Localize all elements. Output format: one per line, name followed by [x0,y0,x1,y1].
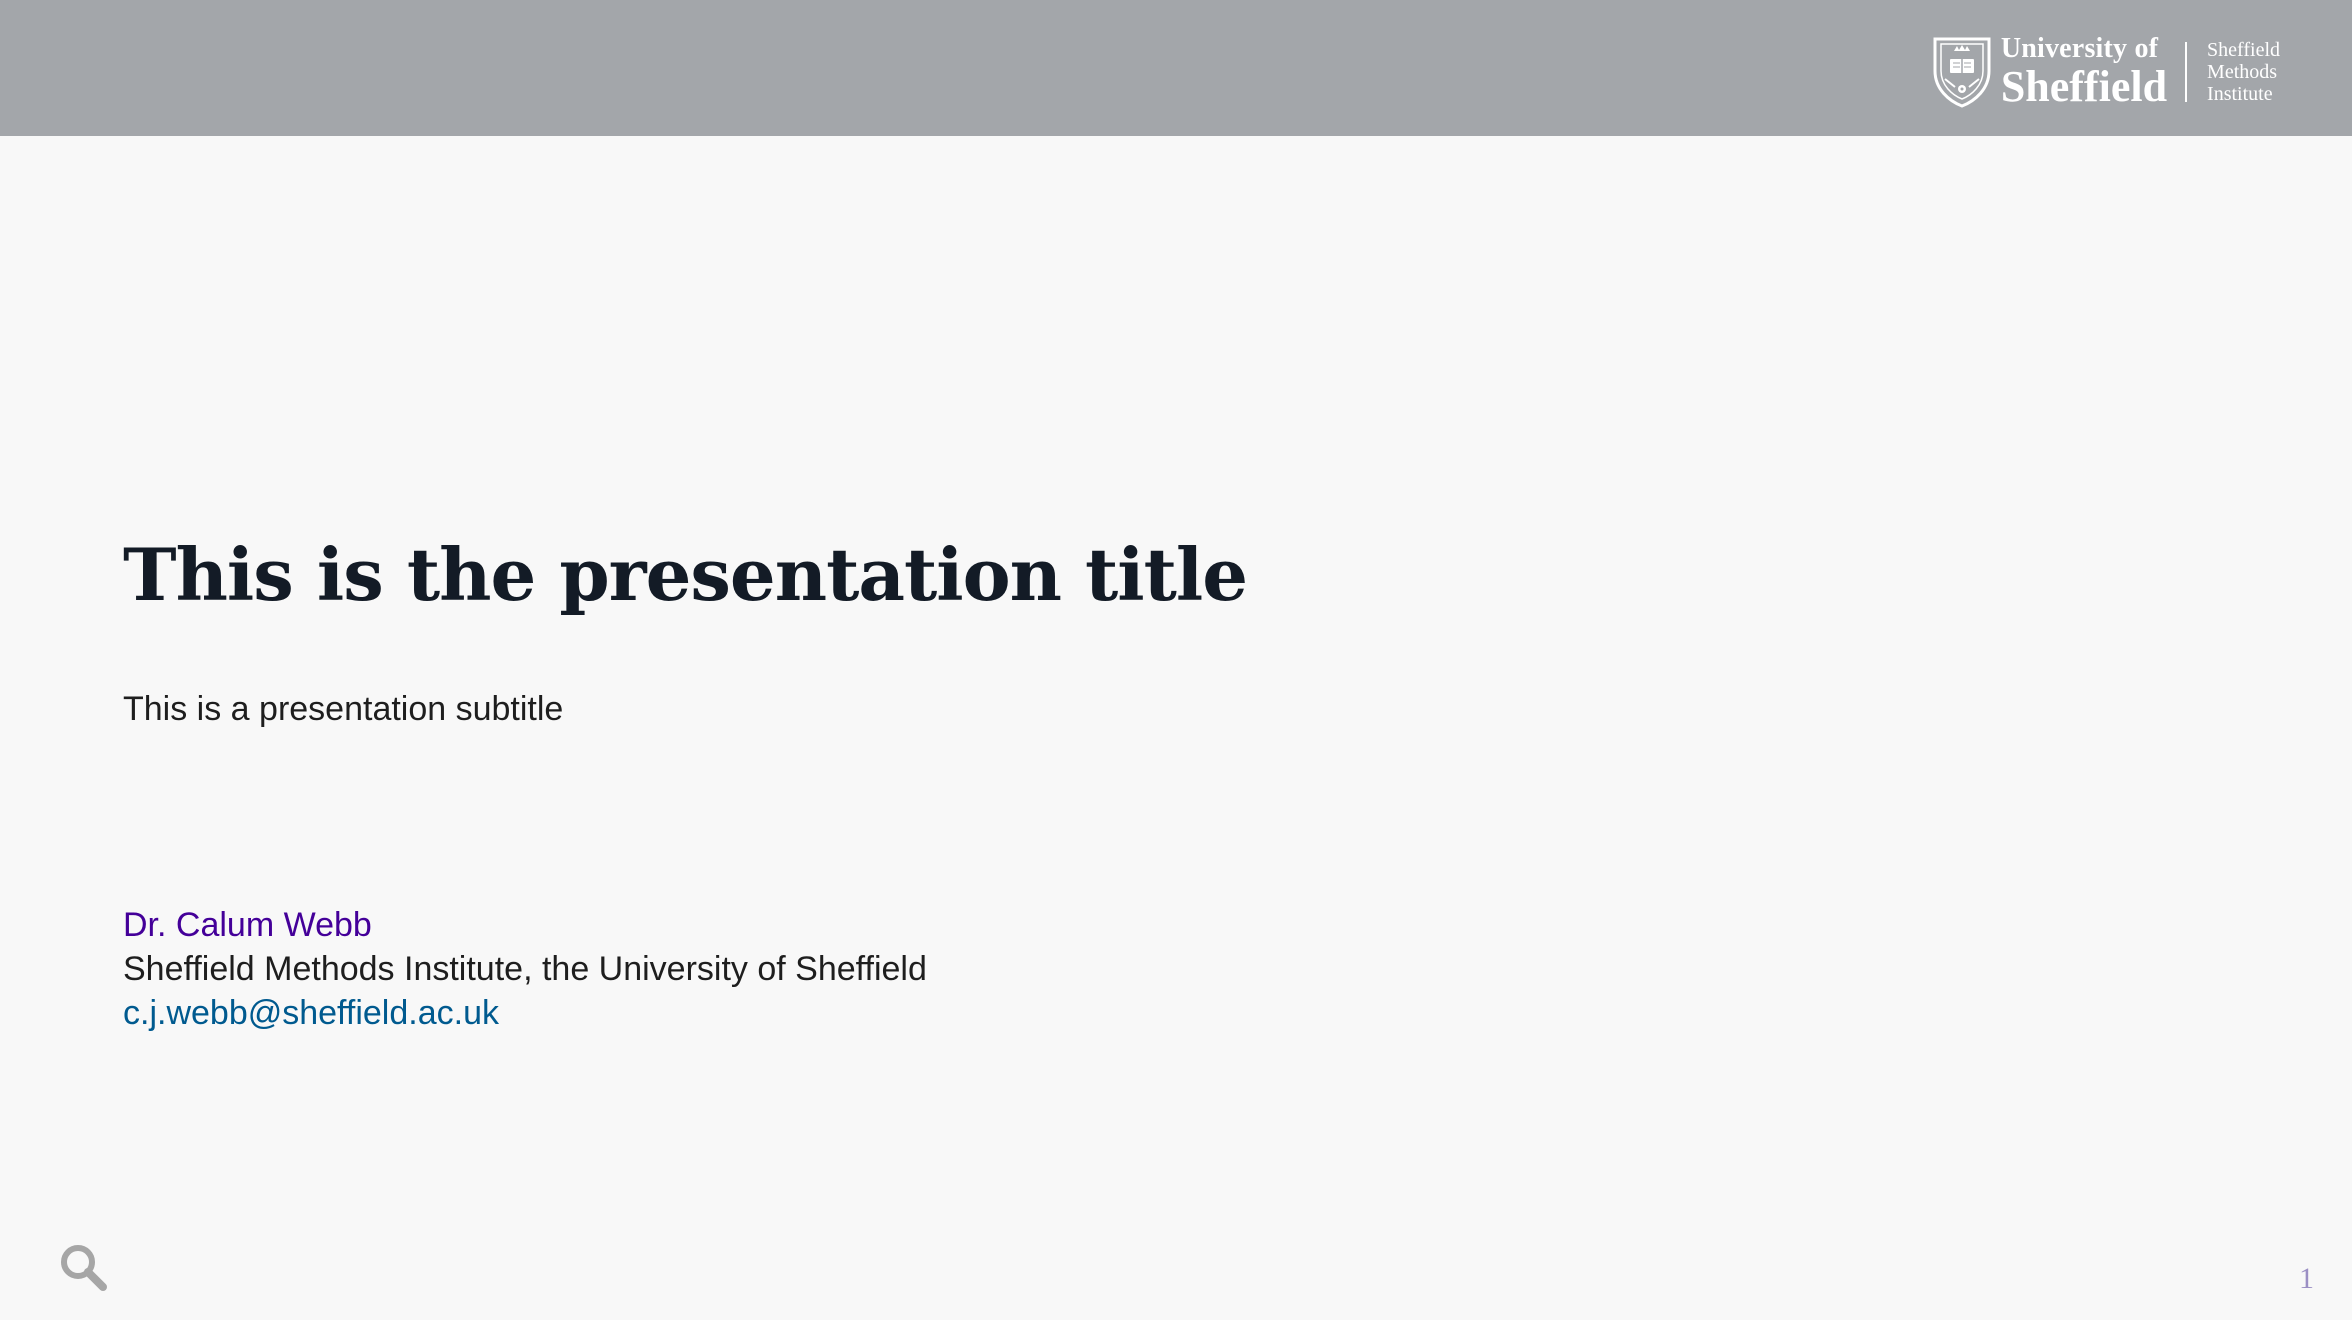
search-icon[interactable] [58,1242,108,1292]
author-affiliation: Sheffield Methods Institute, the Univers… [123,950,927,988]
slide-number: 1 [2299,1262,2314,1295]
logo-sheffield: Sheffield [2000,62,2168,111]
logo-institute-name: Sheffield Methods Institute [2207,39,2280,105]
university-crest-icon [1933,37,1991,108]
presentation-subtitle: This is a presentation subtitle [123,690,564,728]
logo-sub-line: Sheffield [2207,39,2280,61]
logo-sub-line: Institute [2207,83,2273,105]
university-logo: University of Sheffield Sheffield Method… [1931,34,2280,110]
logo-university-of: University of [2000,33,2159,64]
presentation-title: This is the presentation title [123,532,1248,617]
logo-wordmark: University of Sheffield [2001,35,2167,109]
logo-divider [2185,42,2188,102]
header-bar: University of Sheffield Sheffield Method… [0,0,2352,136]
author-email-link[interactable]: c.j.webb@sheffield.ac.uk [123,991,927,1035]
author-name: Dr. Calum Webb [123,906,372,944]
author-block: Dr. Calum Webb Sheffield Methods Institu… [123,903,927,1035]
logo-sub-line: Methods [2207,61,2278,83]
